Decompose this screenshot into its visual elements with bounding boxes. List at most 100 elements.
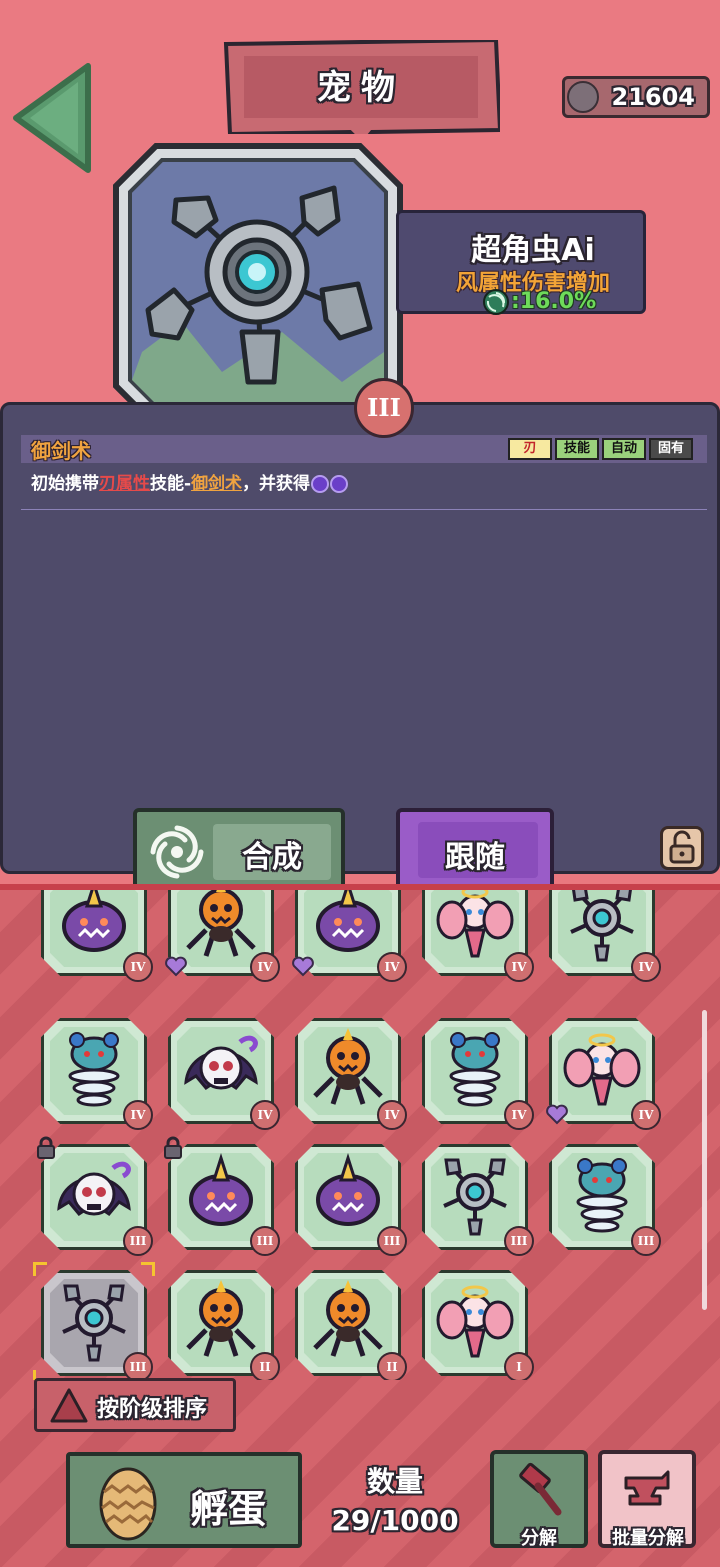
pet-tier-badge: III: [123, 1226, 153, 1256]
synthesize-button[interactable]: 合成: [133, 808, 345, 892]
unlock-icon: [669, 830, 695, 864]
back-arrow-icon[interactable]: [8, 58, 98, 178]
hatch-label: 孵蛋: [190, 1487, 267, 1531]
pink-fairy-pet-icon: [436, 1285, 514, 1358]
pet-slot[interactable]: IV: [422, 890, 534, 982]
pet-slot[interactable]: IV: [422, 1018, 534, 1130]
pet-slot[interactable]: II: [295, 1270, 407, 1380]
pet-slot[interactable]: III: [37, 1136, 153, 1256]
pet-slot[interactable]: IV: [168, 1018, 280, 1130]
selection-corner: [33, 1262, 47, 1276]
purple-horn-pet-icon: [189, 1153, 253, 1226]
pet-slot[interactable]: I: [422, 1270, 534, 1380]
pet-tier-badge: IV: [377, 1100, 407, 1130]
pet-tier-badge: III: [631, 1226, 661, 1256]
anvil-icon: [624, 1470, 670, 1506]
skill-tag-innate: 固有: [649, 438, 693, 460]
count-value: 29/1000: [331, 1504, 459, 1537]
skill-desc-text: ，并获得: [242, 474, 311, 494]
purple-horn-pet-icon: [62, 890, 126, 952]
pet-tier-badge: III: [504, 1226, 534, 1256]
sort-by-tier-button[interactable]: 按阶级排序: [34, 1378, 236, 1432]
skill-desc-text: 初始携带: [31, 474, 99, 494]
skill-desc-element: 刃属性: [99, 474, 150, 494]
sort-label: 按阶级排序: [97, 1397, 208, 1422]
heart-icon: [165, 956, 187, 977]
energy-orb-icon: [311, 475, 330, 493]
pet-slot[interactable]: IV: [295, 1018, 407, 1130]
pet-stat-value: :16.0%: [511, 289, 597, 314]
pet-slot[interactable]: II: [168, 1270, 280, 1380]
selection-corner: [141, 1262, 155, 1276]
follow-button[interactable]: 跟随: [396, 808, 554, 890]
unlock-toggle-button[interactable]: [660, 826, 704, 870]
pet-tier-badge: IV: [631, 1100, 661, 1130]
decompose-button[interactable]: 分解: [490, 1450, 588, 1549]
pumpkin-spider-pet-icon: [186, 890, 256, 957]
skill-desc-text: 技能-: [150, 474, 192, 494]
pet-slot[interactable]: III: [33, 1262, 155, 1380]
wind-icon: [483, 289, 509, 315]
robot-claw-pet-icon: [570, 890, 634, 962]
blue-spring-pet-icon: [576, 1158, 628, 1233]
pet-tier-badge: IV: [377, 952, 407, 982]
hammer-icon: [519, 1462, 562, 1516]
skill-desc-skill: 御剑术: [191, 474, 243, 494]
pink-fairy-pet-icon: [563, 1033, 641, 1106]
pet-slot[interactable]: IV: [546, 1018, 661, 1130]
robot-claw-pet-icon: [62, 1284, 126, 1362]
skill-name: 御剑术: [31, 439, 91, 463]
purple-horn-pet-icon: [316, 1153, 380, 1226]
pet-stat: :16.0%: [483, 289, 596, 315]
pet-inventory: IV IV IV IV IV IV IV IV IV IV III III III III III III II…: [0, 884, 720, 1567]
batch-decompose-label: 批量分解: [612, 1528, 684, 1549]
energy-orb-icon: [330, 475, 349, 493]
page-title: 宠物: [317, 68, 405, 108]
gear-coin-icon: [567, 81, 599, 113]
title-banner: 宠物: [222, 37, 503, 147]
pet-slot[interactable]: IV: [549, 890, 661, 982]
pet-tier-badge: III: [123, 1352, 153, 1380]
follow-label: 跟随: [445, 840, 505, 875]
synthesize-label: 合成: [242, 840, 302, 875]
skill-tag-auto: 自动: [602, 438, 646, 460]
skull-ghost-pet-icon: [184, 1035, 258, 1090]
pet-portrait[interactable]: [112, 142, 404, 430]
pet-slot[interactable]: III: [422, 1144, 534, 1256]
pink-fairy-pet-icon: [436, 890, 514, 958]
pet-tier-badge: II: [377, 1352, 407, 1380]
pet-slot[interactable]: IV: [165, 890, 280, 982]
count-title: 数量: [366, 1465, 423, 1498]
pet-tier-badge: III: [377, 1226, 407, 1256]
pumpkin-spider-pet-icon: [313, 1280, 383, 1357]
skill-tags: 刃 技能 自动 固有: [508, 438, 693, 460]
pet-grid[interactable]: IV IV IV IV IV IV IV IV IV IV III III III III III III II…: [0, 890, 720, 1380]
pet-slot[interactable]: III: [164, 1136, 280, 1256]
pet-slot[interactable]: IV: [292, 890, 407, 982]
divider: [21, 509, 707, 510]
pet-slot[interactable]: IV: [41, 1018, 153, 1130]
triangle-icon: [50, 1388, 88, 1423]
skill-tag-skill: 技能: [555, 438, 599, 460]
pet-slot[interactable]: III: [549, 1144, 661, 1256]
blue-spring-pet-icon: [449, 1032, 501, 1107]
swirl-icon: [150, 825, 204, 879]
pet-slot[interactable]: IV: [41, 890, 153, 982]
skill-panel: 御剑术 刃 技能 自动 固有 初始携带刃属性技能-御剑术，并获得: [0, 402, 720, 874]
pet-tier-badge: IV: [123, 952, 153, 982]
hatch-egg-button[interactable]: 孵蛋: [66, 1452, 302, 1548]
batch-decompose-button[interactable]: 批量分解: [598, 1450, 696, 1549]
decompose-label: 分解: [521, 1528, 557, 1549]
egg-icon: [99, 1467, 157, 1541]
pet-slot[interactable]: III: [295, 1144, 407, 1256]
pet-tier-badge: II: [250, 1352, 280, 1380]
scrollbar[interactable]: [702, 1010, 707, 1310]
pet-tier-badge: IV: [250, 952, 280, 982]
pet-tier-badge: III: [354, 378, 414, 438]
currency-display: 21604: [562, 76, 710, 118]
currency-value: 21604: [611, 83, 696, 111]
lock-icon: [164, 1136, 182, 1159]
header-area: 宠物 21604 超角虫Ai 风属性伤害增加:16.0%: [0, 0, 720, 429]
pet-tier-badge: III: [250, 1226, 280, 1256]
pumpkin-spider-pet-icon: [313, 1028, 383, 1105]
